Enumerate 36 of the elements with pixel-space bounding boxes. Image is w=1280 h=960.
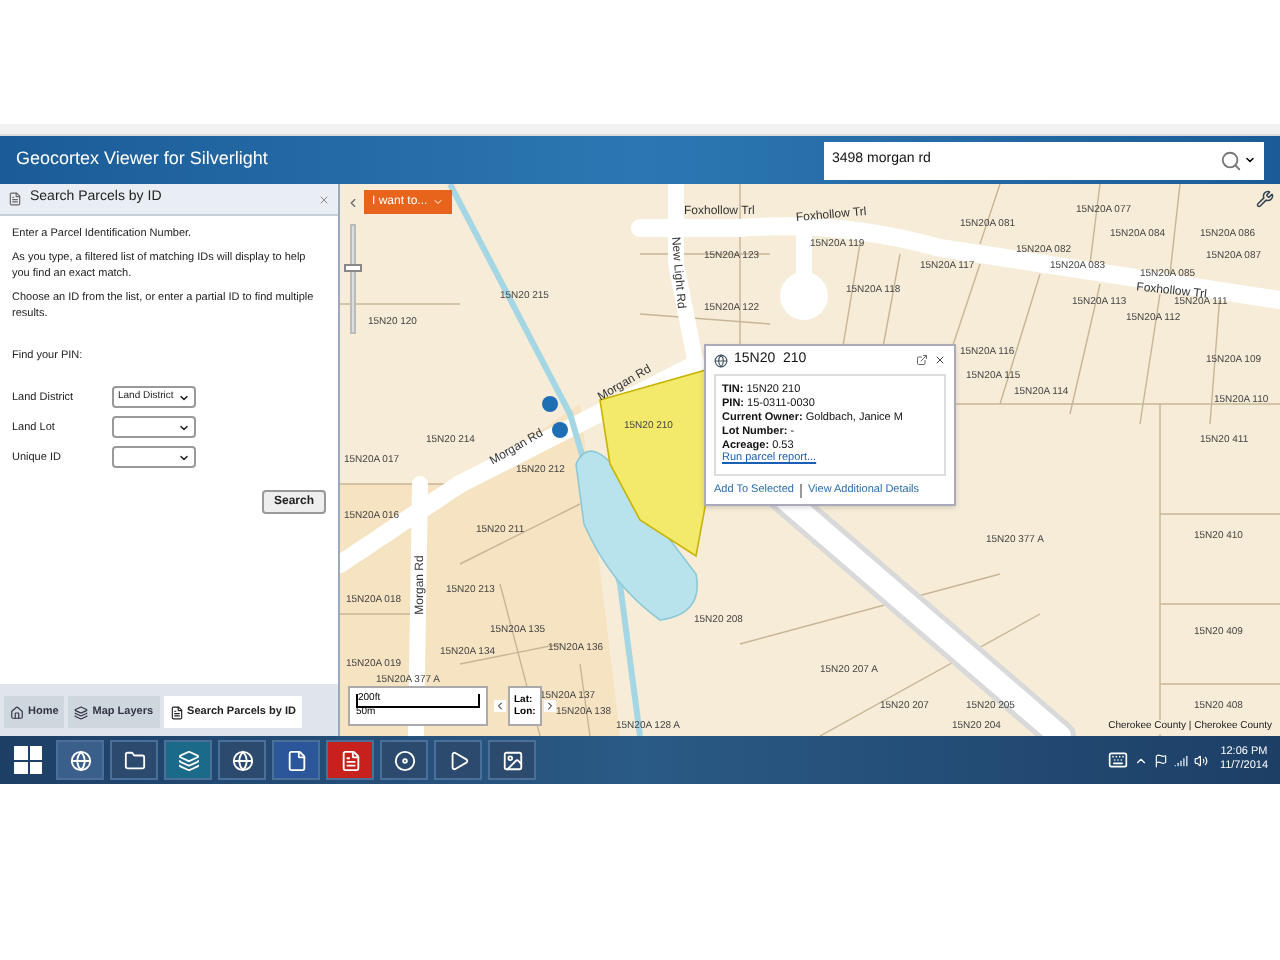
caret-icon[interactable]	[1133, 753, 1148, 767]
dropdown[interactable]	[112, 446, 196, 469]
globe-icon[interactable]	[218, 740, 266, 780]
dropdown[interactable]	[112, 416, 196, 439]
globe-icon	[714, 353, 728, 367]
pdf-app-icon[interactable]	[326, 740, 374, 780]
browser-icon[interactable]	[56, 740, 104, 780]
caret-icon[interactable]	[1244, 154, 1256, 166]
close-icon[interactable]	[934, 354, 946, 366]
tab-icon	[10, 705, 24, 719]
caret-icon	[178, 421, 190, 434]
caret-icon	[178, 451, 190, 464]
caret-icon	[431, 196, 444, 208]
flag-icon[interactable]	[1153, 753, 1168, 767]
location-marker[interactable]	[542, 396, 558, 412]
tab-icon	[169, 705, 184, 719]
folder-icon[interactable]	[110, 740, 158, 780]
player-icon[interactable]	[434, 740, 482, 780]
windows-icon[interactable]	[14, 746, 42, 774]
previous-icon[interactable]	[494, 700, 506, 712]
zoom-slider-thumb[interactable]	[344, 264, 362, 272]
popout-icon[interactable]	[916, 354, 928, 366]
collapse-icon[interactable]	[346, 195, 360, 209]
media-app-icon[interactable]	[164, 740, 212, 780]
location-marker[interactable]	[552, 422, 568, 438]
tab-icon	[74, 705, 89, 719]
app-title: Geocortex Viewer for Silverlight	[16, 146, 268, 173]
signal-icon[interactable]	[1173, 753, 1188, 767]
tools-icon[interactable]	[1256, 190, 1274, 208]
photos-icon[interactable]	[488, 740, 536, 780]
search-icon[interactable]	[1220, 149, 1242, 171]
keyboard-icon[interactable]	[1107, 750, 1128, 770]
speaker-icon[interactable]	[1193, 753, 1208, 767]
document-icon	[8, 192, 22, 206]
caret-icon	[178, 391, 190, 404]
document-app-icon[interactable]	[272, 740, 320, 780]
